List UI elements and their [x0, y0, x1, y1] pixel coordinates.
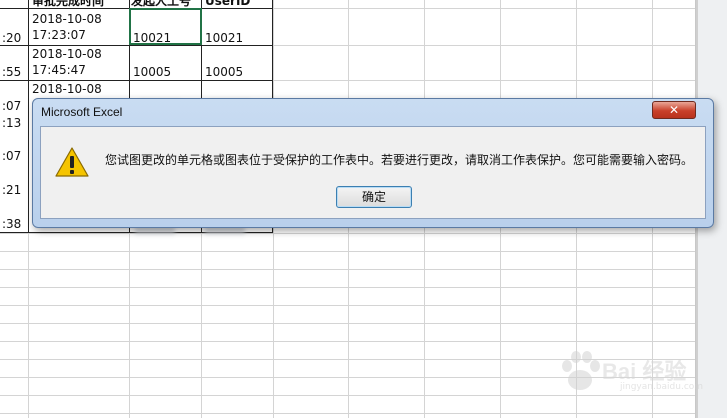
protection-warning-dialog: Microsoft Excel ✕ 您试图更改的单元格或图表位于受保护的工作表中… — [32, 98, 714, 228]
watermark-url: jingyan.baidu.com — [620, 382, 704, 392]
cell-time-prefix[interactable]: :07 — [2, 148, 21, 164]
cell-date[interactable]: 2018-10-08 — [32, 46, 102, 62]
selected-cell[interactable] — [129, 8, 202, 45]
cell-time-prefix[interactable]: :20 — [2, 30, 21, 46]
dialog-title: Microsoft Excel — [41, 105, 123, 119]
header-approval-time[interactable]: 审批完成时间 — [32, 0, 104, 9]
dialog-message: 您试图更改的单元格或图表位于受保护的工作表中。若要进行更改，请取消工作表保护。您… — [105, 153, 694, 167]
warning-icon — [55, 147, 89, 177]
header-user-id[interactable]: UserID — [205, 0, 250, 9]
cell-date[interactable]: 2018-10-08 — [32, 11, 102, 27]
cell-time[interactable]: 17:23:07 — [32, 27, 86, 43]
close-button[interactable]: ✕ — [652, 101, 696, 119]
cell-time-prefix[interactable]: :21 — [2, 182, 21, 198]
dialog-body: 您试图更改的单元格或图表位于受保护的工作表中。若要进行更改，请取消工作表保护。您… — [40, 126, 706, 219]
paw-logo-icon — [562, 351, 600, 390]
cell-time[interactable]: 17:45:47 — [32, 62, 86, 78]
ok-button[interactable]: 确定 — [336, 186, 412, 208]
cell-initiator-id[interactable]: 10005 — [133, 64, 171, 80]
cell-time-prefix[interactable]: :38 — [2, 216, 21, 232]
cell-date[interactable]: 2018-10-08 — [32, 81, 102, 97]
cell-time-prefix[interactable]: :07 — [2, 98, 21, 114]
cell-user-id[interactable]: 10005 — [205, 64, 243, 80]
cell-user-id[interactable]: 10021 — [205, 30, 243, 46]
cell-time-prefix[interactable]: :55 — [2, 64, 21, 80]
baidu-jingyan-watermark: Bai 经验 jingyan.baidu.com — [558, 338, 708, 398]
cell-time-prefix[interactable]: :13 — [2, 115, 21, 131]
